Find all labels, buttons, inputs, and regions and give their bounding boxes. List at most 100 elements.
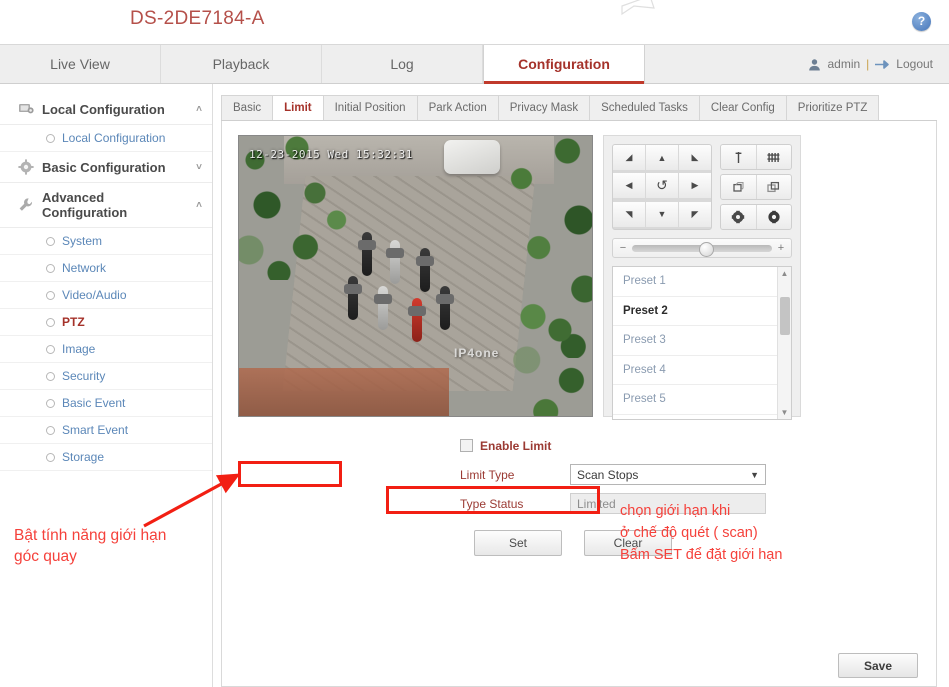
nav-tab-log[interactable]: Log bbox=[322, 45, 483, 83]
sidebar-item-security[interactable]: Security bbox=[0, 363, 212, 390]
sidebar-item-storage[interactable]: Storage bbox=[0, 444, 212, 471]
zoom-row bbox=[720, 144, 792, 170]
sidebar-item-smart-event[interactable]: Smart Event bbox=[0, 417, 212, 444]
gear-icon bbox=[18, 159, 34, 175]
iris-row bbox=[720, 204, 792, 230]
limit-type-value: Scan Stops bbox=[577, 468, 638, 482]
zoom-in-icon bbox=[766, 151, 781, 164]
device-model-title: DS-2DE7184-A bbox=[130, 8, 265, 30]
sidebar-item-basic-event[interactable]: Basic Event bbox=[0, 390, 212, 417]
sidebar-item-label: Local Configuration bbox=[62, 131, 165, 145]
motorbike bbox=[435, 286, 455, 332]
sidebar-item-system[interactable]: System bbox=[0, 228, 212, 255]
brand-bar: DS-2DE7184-A ? bbox=[0, 0, 949, 44]
tab-limit[interactable]: Limit bbox=[272, 95, 323, 120]
sidebar-item-network[interactable]: Network bbox=[0, 255, 212, 282]
focus-far-button[interactable] bbox=[757, 175, 792, 199]
preset-item[interactable]: Preset 2 bbox=[613, 297, 777, 327]
sidebar-item-label: Video/Audio bbox=[62, 288, 127, 302]
pan-left-button[interactable]: ◀ bbox=[613, 173, 645, 198]
sidebar-group-advanced-configuration[interactable]: Advanced Configuration ˄ bbox=[0, 183, 212, 228]
sidebar-group-label: Basic Configuration bbox=[42, 160, 166, 175]
chevron-down-icon: ▼ bbox=[750, 470, 759, 480]
bullet-icon bbox=[46, 426, 55, 435]
limit-panel: 12-23-2015 Wed 15:32:31 IP4one ◢ ▲ ◣ ◀ ↺… bbox=[221, 121, 937, 687]
sidebar-item-image[interactable]: Image bbox=[0, 336, 212, 363]
nav-tab-configuration[interactable]: Configuration bbox=[483, 45, 645, 83]
iris-open-icon bbox=[767, 210, 781, 224]
tab-prioritize-ptz[interactable]: Prioritize PTZ bbox=[786, 95, 880, 120]
zoom-out-button[interactable] bbox=[721, 145, 756, 169]
preset-item[interactable]: Preset 3 bbox=[613, 326, 777, 356]
motorbike-red bbox=[407, 298, 427, 344]
pan-down-left-button[interactable]: ◥ bbox=[613, 202, 645, 227]
focus-near-button[interactable] bbox=[721, 175, 756, 199]
chevron-up-icon: ˄ bbox=[196, 104, 202, 115]
save-button[interactable]: Save bbox=[838, 653, 918, 678]
limit-type-label: Limit Type bbox=[460, 468, 570, 482]
preset-item[interactable]: Preset 5 bbox=[613, 385, 777, 415]
live-video-preview[interactable]: 12-23-2015 Wed 15:32:31 IP4one bbox=[238, 135, 593, 417]
sidebar-item-label: PTZ bbox=[62, 315, 85, 329]
nav-tab-live-view[interactable]: Live View bbox=[0, 45, 161, 83]
sidebar-group-label: Advanced Configuration bbox=[42, 190, 188, 220]
tab-clear-config[interactable]: Clear Config bbox=[699, 95, 787, 120]
scroll-down-icon[interactable]: ▼ bbox=[781, 408, 789, 417]
scroll-up-icon[interactable]: ▲ bbox=[781, 269, 789, 278]
limit-type-select[interactable]: Scan Stops ▼ bbox=[570, 464, 766, 485]
scrollbar-thumb[interactable] bbox=[780, 297, 790, 335]
type-status-label: Type Status bbox=[460, 497, 570, 511]
bullet-icon bbox=[46, 291, 55, 300]
tab-scheduled-tasks[interactable]: Scheduled Tasks bbox=[589, 95, 700, 120]
iris-open-button[interactable] bbox=[757, 205, 792, 229]
slider-thumb[interactable] bbox=[699, 242, 714, 257]
preset-list: Preset 1 Preset 2 Preset 3 Preset 4 Pres… bbox=[613, 267, 777, 419]
enable-limit-label[interactable]: Enable Limit bbox=[480, 439, 551, 453]
bullet-icon bbox=[46, 237, 55, 246]
help-icon[interactable]: ? bbox=[912, 12, 931, 31]
nav-tab-playback[interactable]: Playback bbox=[161, 45, 322, 83]
pan-up-right-button[interactable]: ◣ bbox=[679, 145, 711, 170]
focus-near-icon bbox=[731, 181, 745, 194]
pan-up-left-button[interactable]: ◢ bbox=[613, 145, 645, 170]
user-separator: | bbox=[866, 57, 869, 71]
annotation-left-text: Bật tính năng giới hạn góc quay bbox=[14, 525, 166, 567]
tab-park-action[interactable]: Park Action bbox=[417, 95, 499, 120]
tab-privacy-mask[interactable]: Privacy Mask bbox=[498, 95, 590, 120]
pan-down-button[interactable]: ▼ bbox=[646, 202, 678, 227]
sidebar-item-local-configuration[interactable]: Local Configuration bbox=[0, 125, 212, 152]
preset-scrollbar[interactable]: ▲ ▼ bbox=[777, 267, 791, 419]
iris-close-button[interactable] bbox=[721, 205, 756, 229]
slider-track[interactable] bbox=[632, 245, 772, 252]
video-timestamp-overlay: 12-23-2015 Wed 15:32:31 bbox=[249, 148, 413, 161]
sidebar-item-video-audio[interactable]: Video/Audio bbox=[0, 282, 212, 309]
sidebar-group-label: Local Configuration bbox=[42, 102, 165, 117]
ptz-direction-pad: ◢ ▲ ◣ ◀ ↺ ▶ ◥ ▼ ◤ bbox=[612, 144, 712, 230]
pan-down-right-button[interactable]: ◤ bbox=[679, 202, 711, 227]
preset-item[interactable]: Preset 1 bbox=[613, 267, 777, 297]
foliage-bottom-right bbox=[503, 306, 593, 417]
sidebar-group-basic-configuration[interactable]: Basic Configuration ˅ bbox=[0, 152, 212, 183]
preset-item[interactable]: Preset 4 bbox=[613, 356, 777, 386]
auto-scan-button[interactable]: ↺ bbox=[646, 173, 678, 198]
ptz-speed-slider[interactable]: − + bbox=[612, 238, 792, 258]
ptz-row: 12-23-2015 Wed 15:32:31 IP4one ◢ ▲ ◣ ◀ ↺… bbox=[222, 135, 936, 417]
slider-plus-label[interactable]: + bbox=[777, 242, 785, 254]
pan-up-button[interactable]: ▲ bbox=[646, 145, 678, 170]
page-body: Local Configuration ˄ Local Configuratio… bbox=[0, 84, 949, 687]
sidebar-group-local-configuration[interactable]: Local Configuration ˄ bbox=[0, 94, 212, 125]
sidebar-item-ptz[interactable]: PTZ bbox=[0, 309, 212, 336]
zoom-in-button[interactable] bbox=[757, 145, 792, 169]
tab-basic[interactable]: Basic bbox=[221, 95, 273, 120]
pan-right-button[interactable]: ▶ bbox=[679, 173, 711, 198]
motorbike bbox=[343, 276, 363, 322]
sidebar: Local Configuration ˄ Local Configuratio… bbox=[0, 84, 213, 687]
limit-type-row: Limit Type Scan Stops ▼ bbox=[460, 462, 766, 487]
tab-initial-position[interactable]: Initial Position bbox=[323, 95, 418, 120]
set-button[interactable]: Set bbox=[474, 530, 562, 556]
slider-minus-label[interactable]: − bbox=[619, 242, 627, 254]
sidebar-item-label: Smart Event bbox=[62, 423, 128, 437]
chevron-down-icon: ˅ bbox=[196, 162, 202, 173]
logout-label[interactable]: Logout bbox=[896, 57, 933, 71]
enable-limit-checkbox[interactable] bbox=[460, 439, 473, 452]
